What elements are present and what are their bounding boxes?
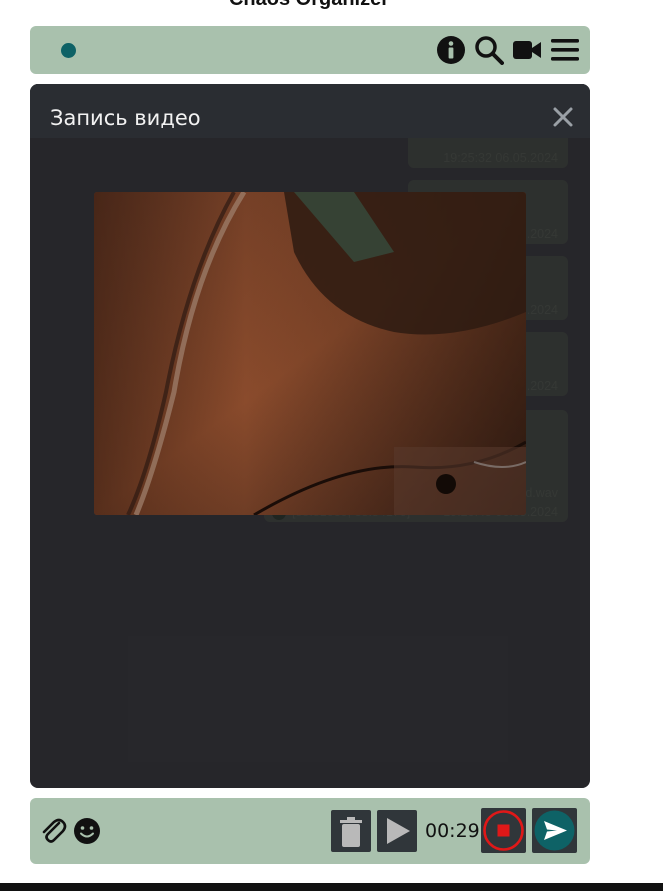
header-bar <box>30 26 590 74</box>
modal-header: Запись видео <box>30 84 590 138</box>
video-preview <box>94 192 526 515</box>
chat-area: 19:25:32 06.05.2024 .2024 .2024 .2024 d.… <box>30 84 590 788</box>
send-button[interactable] <box>532 808 577 853</box>
video-camera-icon[interactable] <box>512 35 542 65</box>
paperclip-icon[interactable] <box>39 817 67 845</box>
trash-icon <box>340 817 362 847</box>
close-icon[interactable] <box>552 106 574 128</box>
stop-record-icon <box>483 810 524 851</box>
bottom-edge <box>0 883 663 891</box>
modal-title: Запись видео <box>50 106 201 130</box>
record-timer: 00:29 <box>425 820 480 842</box>
footer-bar: 00:29 <box>30 798 590 864</box>
menu-icon[interactable] <box>550 35 580 65</box>
search-icon[interactable] <box>474 35 504 65</box>
stop-record-button[interactable] <box>481 808 526 853</box>
smiley-icon[interactable] <box>73 817 101 845</box>
info-icon[interactable] <box>436 35 466 65</box>
play-icon <box>387 818 410 844</box>
send-icon <box>534 810 575 851</box>
play-button[interactable] <box>377 810 417 852</box>
status-dot <box>61 43 76 58</box>
app-title: Chaos Organizer <box>0 0 618 11</box>
delete-button[interactable] <box>331 810 371 852</box>
